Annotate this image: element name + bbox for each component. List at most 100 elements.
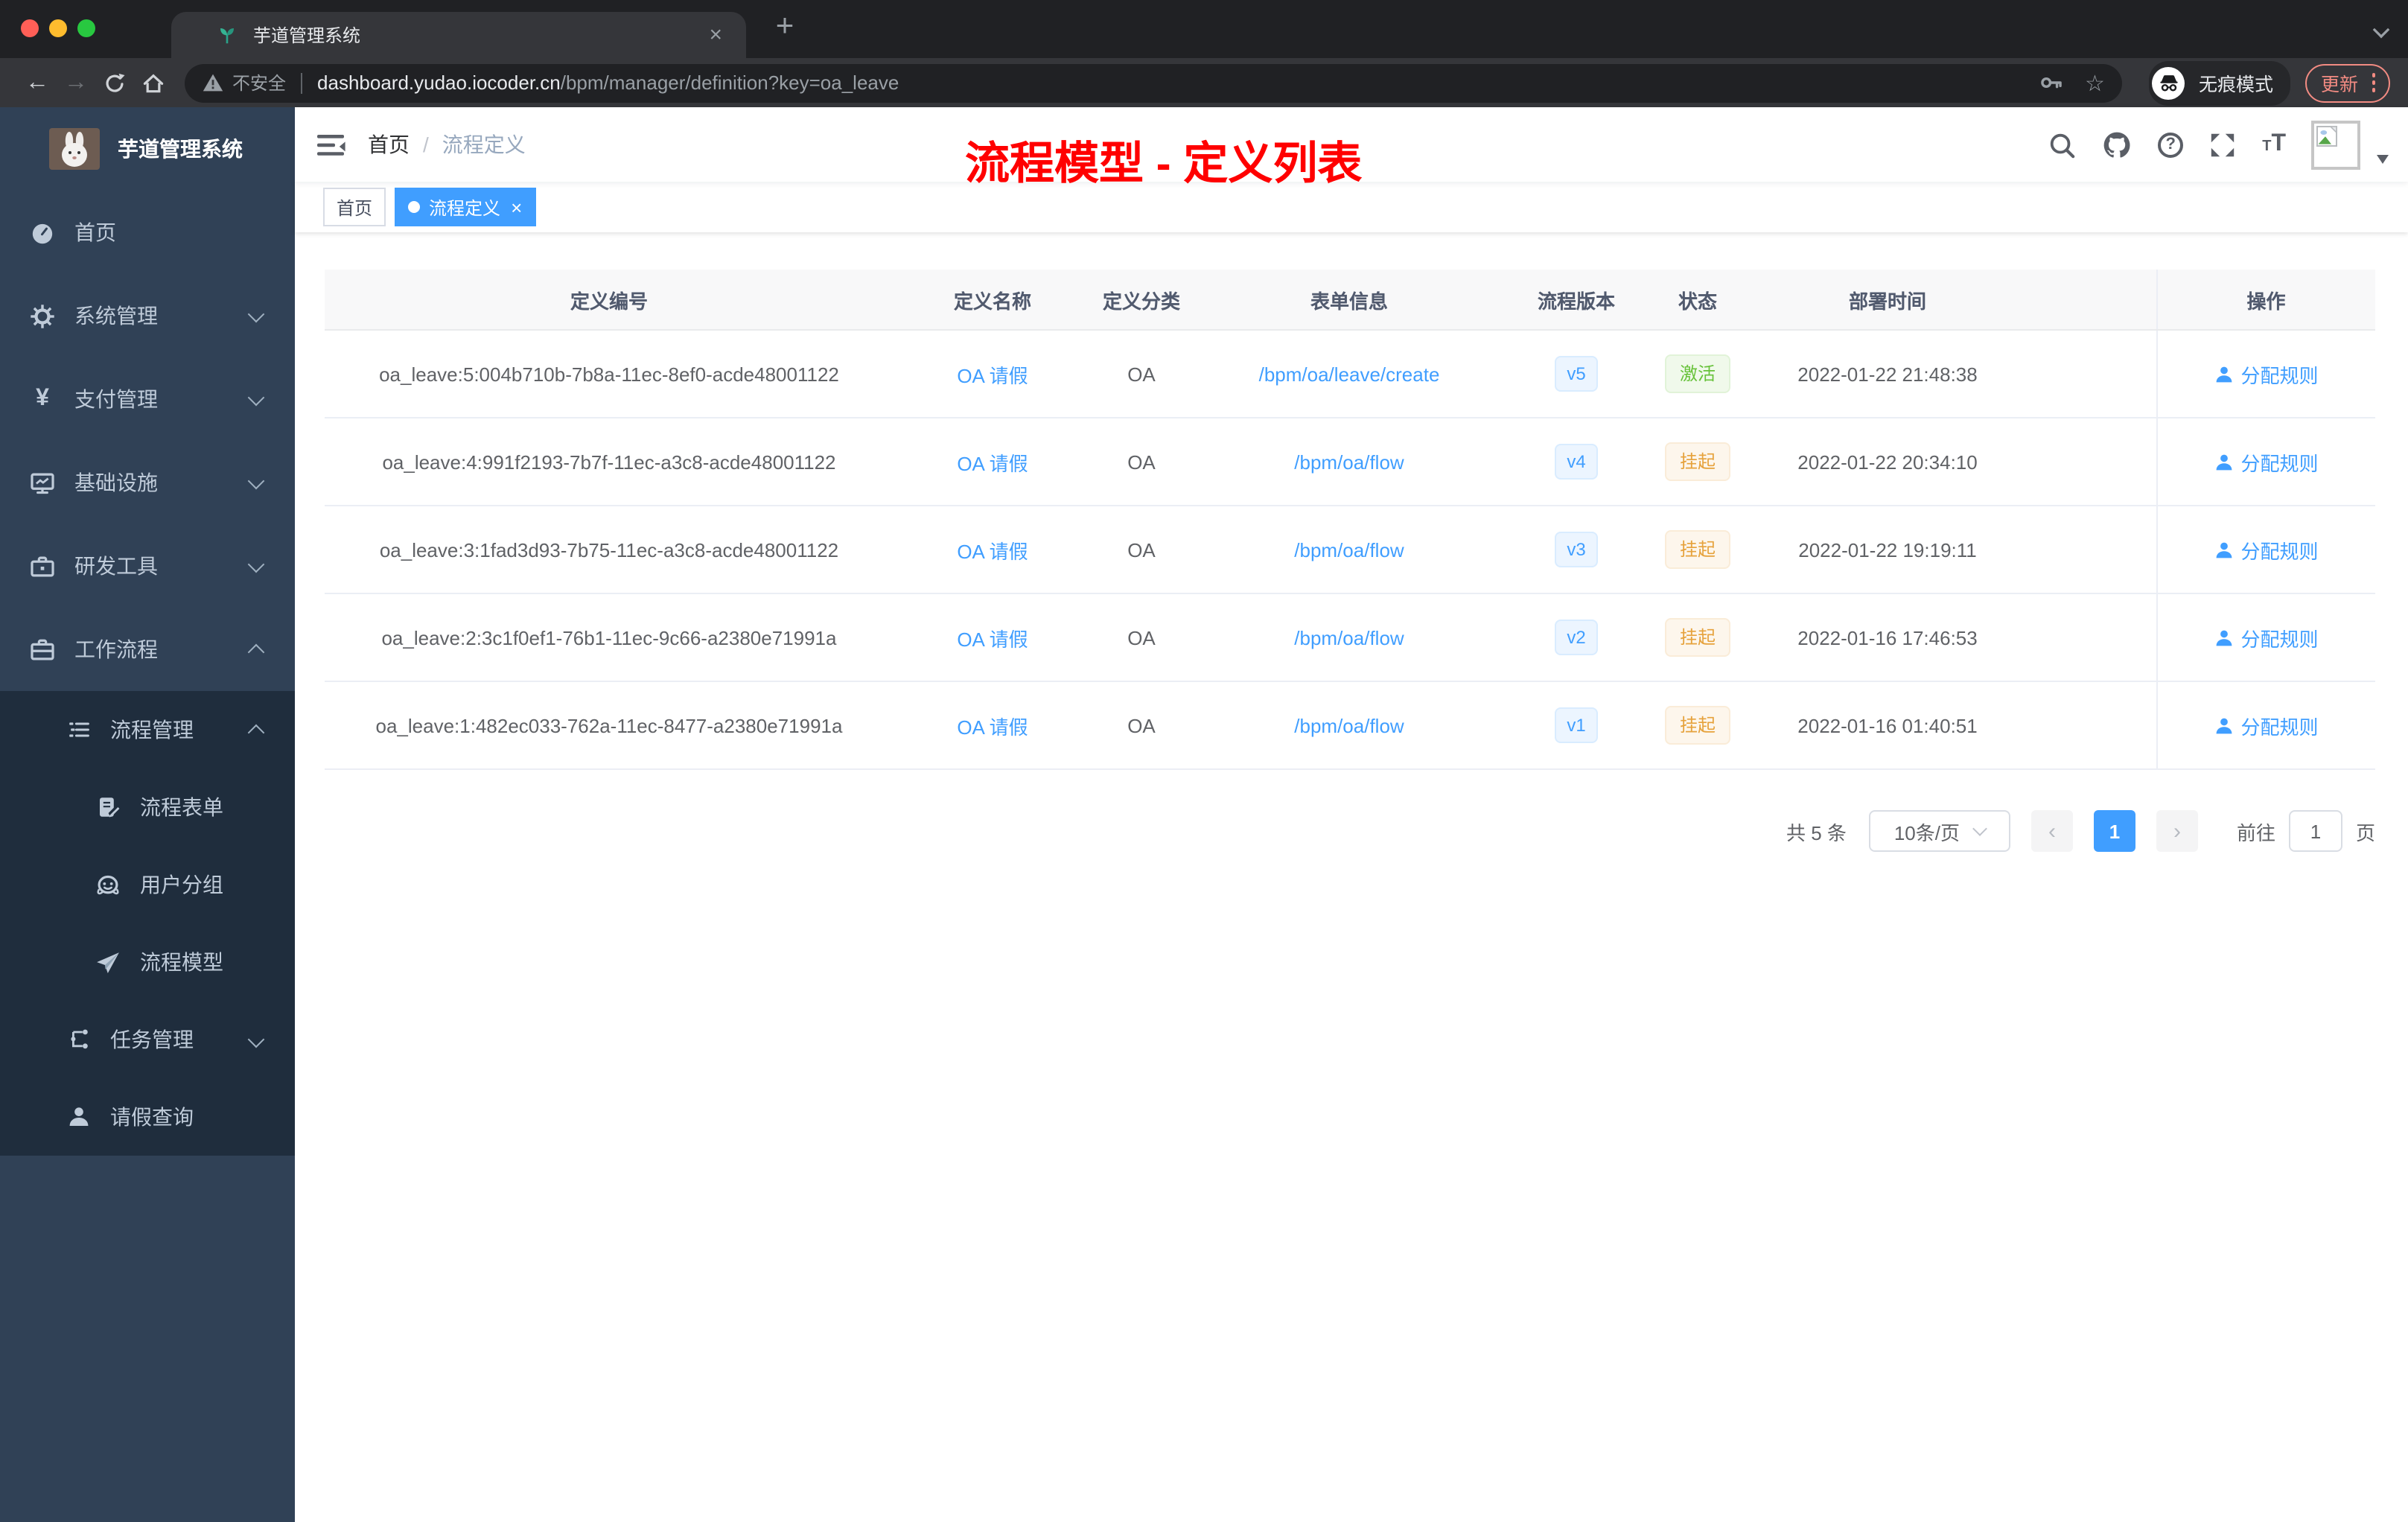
col-definition-name: 定义名称	[894, 270, 1092, 331]
font-size-icon[interactable]: TT	[2262, 131, 2286, 158]
browser-update-button[interactable]: 更新	[2305, 63, 2390, 102]
avatar-dropdown-caret-icon[interactable]	[2377, 154, 2389, 163]
sidebar-item-payment[interactable]: ¥ 支付管理	[0, 357, 295, 441]
github-icon[interactable]	[2101, 129, 2133, 160]
bookmark-star-icon[interactable]: ☆	[2085, 69, 2105, 96]
tab-close-icon[interactable]: ×	[709, 24, 722, 46]
flow-list-icon	[66, 717, 91, 742]
tag-close-icon[interactable]: ×	[511, 197, 522, 217]
status-badge: 挂起	[1664, 618, 1730, 657]
form-info-link[interactable]: /bpm/oa/leave/create	[1259, 363, 1440, 385]
fullscreen-icon[interactable]	[2208, 130, 2237, 159]
search-icon[interactable]	[2048, 130, 2076, 159]
user-icon	[2216, 366, 2232, 382]
version-badge: v4	[1555, 444, 1598, 480]
browser-toolbar: ← → 不安全 dashboard.yudao.iocoder.cn/bpm/m…	[0, 58, 2408, 107]
back-icon[interactable]: ←	[18, 69, 57, 96]
user-icon	[2216, 541, 2232, 558]
forward-icon[interactable]: →	[57, 69, 95, 96]
form-info-link[interactable]: /bpm/oa/flow	[1294, 538, 1404, 561]
prev-page-button[interactable]: ‹	[2030, 810, 2073, 852]
definition-name-link[interactable]: OA 请假	[957, 452, 1028, 474]
sidebar-item-process-model[interactable]: 流程模型	[0, 923, 295, 1001]
url-text[interactable]: dashboard.yudao.iocoder.cn/bpm/manager/d…	[317, 71, 2024, 94]
table-row: oa_leave:5:004b710b-7b8a-11ec-8ef0-acde4…	[325, 330, 2375, 418]
table-row: oa_leave:4:991f2193-7b7f-11ec-a3c8-acde4…	[325, 418, 2375, 506]
security-warning-icon[interactable]	[203, 73, 223, 92]
next-page-button[interactable]: ›	[2156, 810, 2198, 852]
sidebar-item-leave-query[interactable]: 请假查询	[0, 1078, 295, 1156]
col-definition-category: 定义分类	[1092, 270, 1191, 331]
user-icon	[2216, 717, 2232, 733]
sidebar-item-user-group[interactable]: 用户分组	[0, 846, 295, 923]
chevron-up-icon	[247, 643, 265, 661]
tab-search-chevron-icon[interactable]	[2372, 21, 2390, 39]
window-minimize-button[interactable]	[49, 19, 67, 37]
monitor-icon	[30, 470, 55, 495]
page-content: 定义编号 定义名称 定义分类 表单信息 流程版本 状态 部署时间 操作 oa_l…	[295, 232, 2408, 1522]
browser-tab[interactable]: 芋道管理系统 ×	[171, 12, 746, 58]
definition-name-link[interactable]: OA 请假	[957, 716, 1028, 738]
page-size-select[interactable]: 10条/页	[1868, 810, 2010, 852]
workflow-submenu: 流程管理 流程表单 用户分组 流程模型 任务管理 请假查询	[0, 691, 295, 1156]
url-divider	[301, 72, 303, 93]
definition-name-link[interactable]: OA 请假	[957, 540, 1028, 562]
reload-icon[interactable]	[95, 71, 134, 95]
col-definition-id: 定义编号	[325, 270, 894, 331]
definition-name-link[interactable]: OA 请假	[957, 628, 1028, 650]
sidebar-item-home[interactable]: 首页	[0, 191, 295, 274]
incognito-icon	[2152, 66, 2185, 99]
form-info-link[interactable]: /bpm/oa/flow	[1294, 450, 1404, 473]
home-icon[interactable]	[134, 71, 173, 95]
gear-icon	[30, 303, 55, 328]
password-key-icon[interactable]	[2039, 70, 2064, 95]
sidebar-item-workflow[interactable]: 工作流程	[0, 608, 295, 691]
user-icon	[2216, 629, 2232, 646]
hamburger-icon[interactable]	[295, 107, 368, 182]
sidebar-item-infra[interactable]: 基础设施	[0, 441, 295, 524]
tab-favicon	[216, 24, 238, 46]
col-process-version: 流程版本	[1507, 270, 1646, 331]
window-close-button[interactable]	[21, 19, 39, 37]
sidebar-item-system[interactable]: 系统管理	[0, 274, 295, 357]
version-badge: v5	[1555, 356, 1598, 392]
sidebar-item-devtools[interactable]: 研发工具	[0, 524, 295, 608]
new-tab-button[interactable]: +	[764, 6, 806, 48]
browser-menu-icon[interactable]	[2372, 73, 2375, 92]
status-badge: 激活	[1664, 354, 1730, 393]
browser-tabstrip: 芋道管理系统 × +	[0, 0, 2408, 58]
goto-page-input[interactable]	[2288, 810, 2342, 852]
help-icon[interactable]: ?	[2158, 132, 2184, 157]
assign-rule-link[interactable]: 分配规则	[2214, 623, 2319, 652]
goto-label: 前往	[2236, 821, 2275, 844]
chevron-down-icon	[1972, 821, 1987, 836]
tag-process-definition[interactable]: 流程定义 ×	[395, 188, 536, 226]
table-body: oa_leave:5:004b710b-7b8a-11ec-8ef0-acde4…	[325, 330, 2375, 770]
group-face-icon	[95, 872, 121, 897]
url-bar[interactable]: 不安全 dashboard.yudao.iocoder.cn/bpm/manag…	[185, 63, 2123, 102]
table-header-row: 定义编号 定义名称 定义分类 表单信息 流程版本 状态 部署时间 操作	[325, 270, 2375, 331]
assign-rule-link[interactable]: 分配规则	[2214, 448, 2319, 476]
tag-home[interactable]: 首页	[323, 188, 386, 226]
annotation-title: 流程模型 - 定义列表	[965, 140, 1363, 189]
form-info-link[interactable]: /bpm/oa/flow	[1294, 714, 1404, 736]
sidebar-item-process-mgmt[interactable]: 流程管理	[0, 691, 295, 768]
breadcrumb-home[interactable]: 首页	[368, 130, 410, 159]
definition-name-link[interactable]: OA 请假	[957, 364, 1028, 386]
window-zoom-button[interactable]	[77, 19, 95, 37]
avatar[interactable]	[2311, 120, 2360, 169]
app-logo[interactable]: 芋道管理系统	[0, 107, 295, 191]
incognito-label: 无痕模式	[2198, 74, 2273, 95]
assign-rule-link[interactable]: 分配规则	[2214, 535, 2319, 564]
breadcrumb: 首页 / 流程定义	[368, 130, 526, 159]
sidebar-item-task-mgmt[interactable]: 任务管理	[0, 1001, 295, 1078]
sidebar-item-process-form[interactable]: 流程表单	[0, 768, 295, 846]
chevron-up-icon	[247, 724, 265, 742]
form-info-link[interactable]: /bpm/oa/flow	[1294, 626, 1404, 649]
assign-rule-link[interactable]: 分配规则	[2214, 711, 2319, 739]
sidebar: 芋道管理系统 首页 系统管理 ¥ 支付管理 基础设施 研发工具 工作流程 流程管…	[0, 107, 295, 1522]
security-label[interactable]: 不安全	[232, 70, 286, 95]
assign-rule-link[interactable]: 分配规则	[2214, 360, 2319, 388]
current-page-button[interactable]: 1	[2093, 810, 2135, 852]
chevron-down-icon	[247, 555, 265, 573]
